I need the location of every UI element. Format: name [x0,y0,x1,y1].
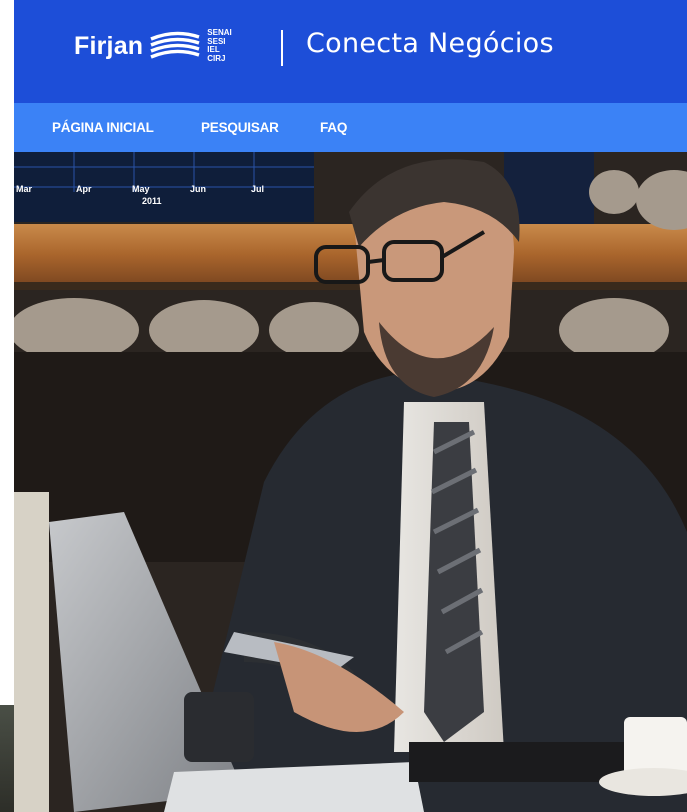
left-edge-image-fragment [0,705,14,812]
logo-sub-cirj: CIRJ [207,53,226,63]
chart-label-mar: Mar [16,184,33,194]
site-header: Firjan SENAI SESI IEL CIRJ Conecta Negóc… [14,0,687,103]
chart-label-jun: Jun [190,184,206,194]
chart-label-apr: Apr [76,184,92,194]
nav-item-faq[interactable]: FAQ [320,120,347,135]
main-nav: PÁGINA INICIAL PESQUISAR FAQ [14,103,687,152]
nav-item-pesquisar[interactable]: PESQUISAR [201,120,279,135]
firjan-logo[interactable]: Firjan SENAI SESI IEL CIRJ [74,24,232,68]
chart-label-jul: Jul [251,184,264,194]
chart-label-may: May [132,184,150,194]
logo-institutions: SENAI SESI IEL CIRJ [207,28,231,63]
nav-item-pagina-inicial[interactable]: PÁGINA INICIAL [52,120,154,135]
logo-wordmark: Firjan [74,31,144,60]
logo-wave-icon [150,31,200,59]
header-divider [281,30,283,66]
businessman-photo: Mar Apr May Jun Jul 2011 [14,152,687,812]
app-title: Conecta Negócios [306,28,554,59]
hero-image: Mar Apr May Jun Jul 2011 [14,152,687,812]
chart-label-year: 2011 [142,196,162,206]
